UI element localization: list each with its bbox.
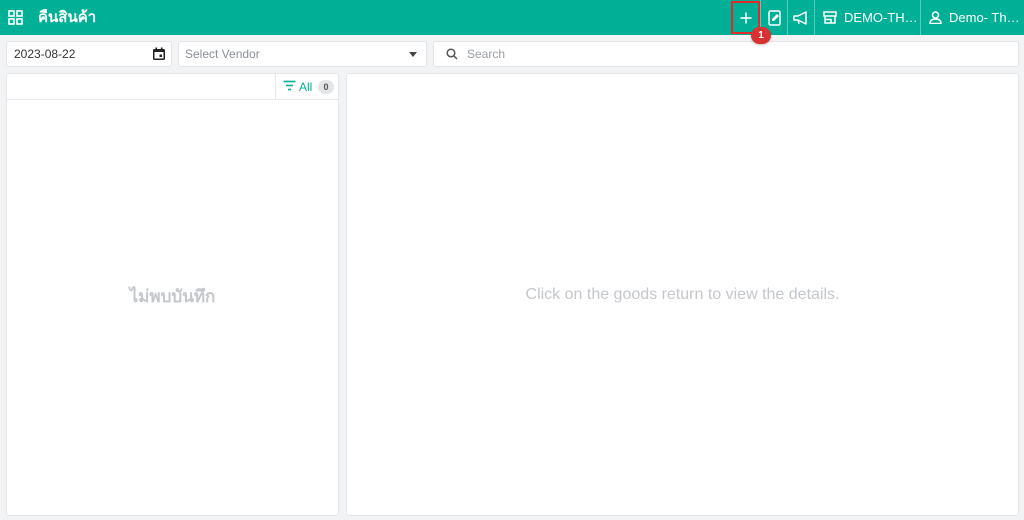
return-detail-panel: Click on the goods return to view the de… (346, 73, 1019, 516)
grid-menu-icon[interactable] (8, 10, 23, 25)
filter-label: All (299, 80, 313, 94)
calendar-icon[interactable] (152, 47, 166, 64)
search-box (433, 41, 1019, 67)
vendor-select[interactable]: Select Vendor (178, 41, 427, 67)
filter-button[interactable]: All (283, 80, 312, 94)
store-icon (823, 11, 837, 24)
search-input[interactable] (467, 47, 987, 61)
top-header: คืนสินค้า DEMO-THAI Demo- Thail (0, 0, 1024, 35)
phone-edit-icon (767, 9, 781, 26)
empty-detail-message: Click on the goods return to view the de… (525, 286, 840, 303)
returns-list-panel: All 0 ไม่พบบันทึก (6, 73, 339, 516)
megaphone-icon (793, 10, 809, 25)
vendor-placeholder: Select Vendor (185, 47, 260, 61)
caret-down-icon (409, 52, 417, 57)
search-icon (446, 48, 458, 63)
list-toolbar: All 0 (7, 74, 338, 100)
date-value: 2023-08-22 (14, 47, 76, 61)
user-name: Demo- Thailand (949, 10, 1024, 25)
plus-icon (740, 12, 752, 24)
store-name: DEMO-THAILAND (844, 10, 920, 25)
user-icon (929, 11, 942, 24)
store-selector[interactable]: DEMO-THAILAND (814, 0, 920, 35)
filter-icon (283, 80, 296, 94)
announcement-button[interactable] (787, 0, 814, 35)
date-picker[interactable]: 2023-08-22 (6, 41, 172, 67)
user-menu[interactable]: Demo- Thailand (920, 0, 1024, 35)
toolbar-divider (275, 74, 276, 99)
empty-list-message: ไม่พบบันทึก (129, 287, 216, 306)
count-badge: 0 (318, 80, 334, 94)
notification-badge: 1 (751, 27, 771, 44)
page-title: คืนสินค้า (38, 9, 97, 26)
